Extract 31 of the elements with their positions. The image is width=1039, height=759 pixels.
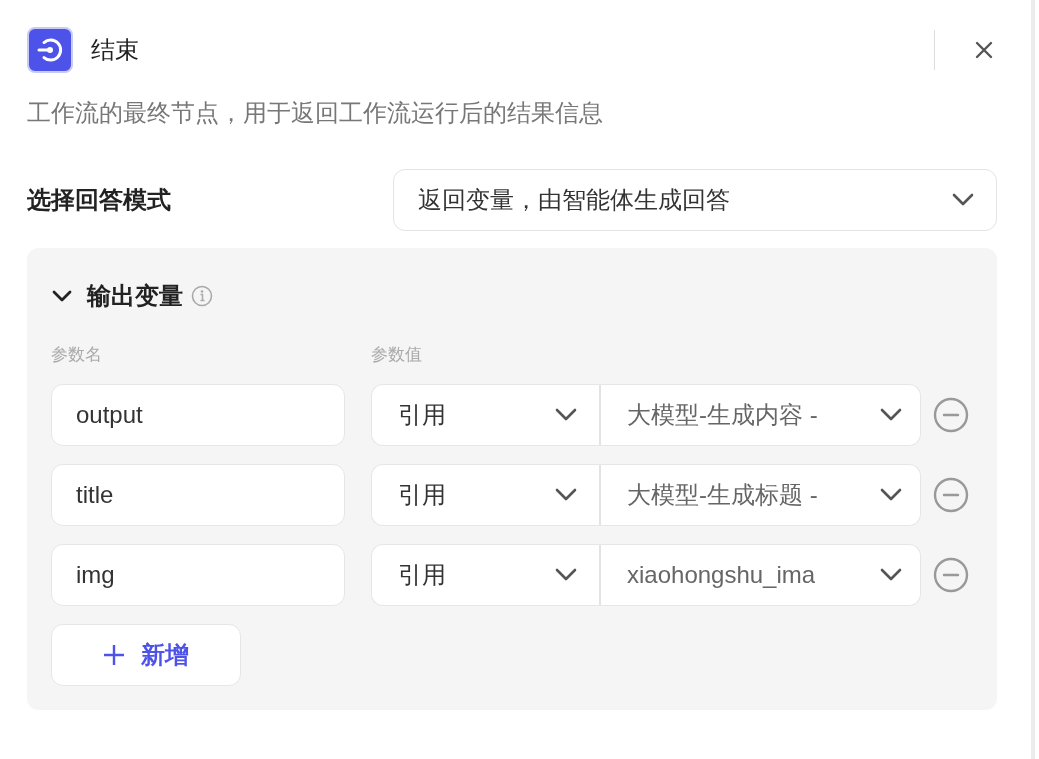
answer-mode-select[interactable]: 返回变量，由智能体生成回答 [393,169,997,231]
chevron-down-icon [555,408,577,422]
plus-icon [103,644,125,666]
node-description: 工作流的最终节点，用于返回工作流运行后的结果信息 [27,98,604,128]
collapse-toggle[interactable] [51,289,73,303]
type-select[interactable]: 引用 [371,544,601,606]
chevron-down-icon [555,568,577,582]
value-select[interactable]: 大模型-生成内容 - [601,384,921,446]
info-icon[interactable] [191,285,213,307]
remove-icon[interactable] [933,477,969,513]
chevron-down-icon [555,488,577,502]
type-select[interactable]: 引用 [371,384,601,446]
chevron-down-icon [880,488,902,502]
chevron-down-icon [952,193,974,207]
name-input[interactable]: output [51,384,345,446]
add-button[interactable]: 新增 [51,624,241,686]
remove-icon[interactable] [933,397,969,433]
chevron-down-icon [880,568,902,582]
column-header: 参数值 [371,344,422,366]
value-select[interactable]: xiaohongshu_ima [601,544,921,606]
panel-title: 结束 [91,35,139,65]
type-select[interactable]: 引用 [371,464,601,526]
value-select[interactable]: 大模型-生成标题 - [601,464,921,526]
chevron-down-icon [880,408,902,422]
name-input[interactable]: img [51,544,345,606]
remove-icon[interactable] [933,557,969,593]
section-title: 输出变量 [87,281,183,311]
end-node-icon [27,27,73,73]
name-input[interactable]: title [51,464,345,526]
answer-mode-label: 选择回答模式 [27,185,172,215]
column-header: 参数名 [51,344,103,366]
